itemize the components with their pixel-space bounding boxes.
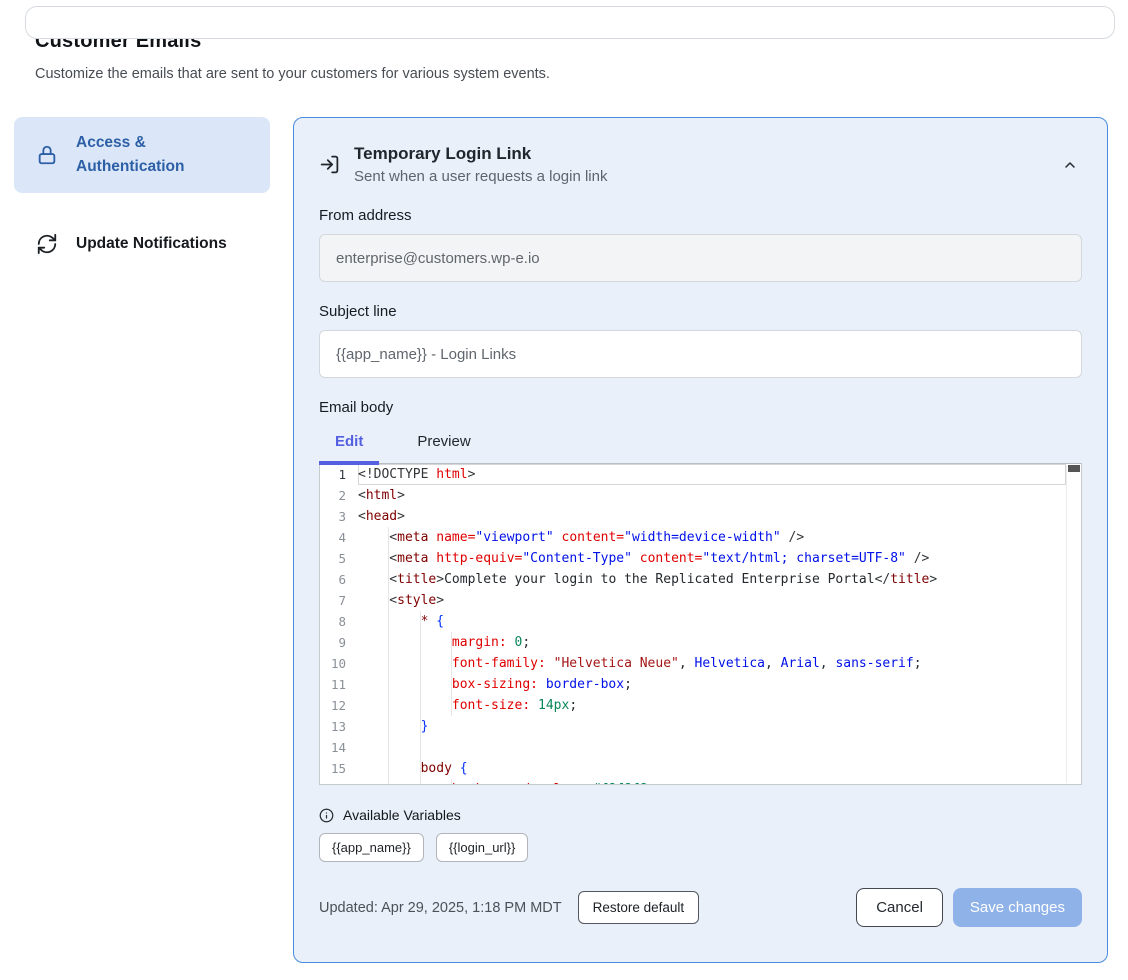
refresh-icon [36, 233, 58, 255]
code-line: 7<style> [320, 590, 1066, 611]
lock-icon [36, 144, 58, 166]
variable-chip-app-name[interactable]: {{app_name}} [319, 833, 424, 862]
panel-title: Temporary Login Link [354, 144, 1044, 164]
info-icon [319, 808, 334, 823]
code-line: 9margin: 0; [320, 632, 1066, 653]
email-body-label: Email body [319, 399, 1082, 416]
from-address-field-group: From address [319, 207, 1082, 282]
code-line: 1<!DOCTYPE html> [320, 464, 1066, 485]
code-editor[interactable]: 1<!DOCTYPE html>2<html>3<head>4<meta nam… [319, 463, 1082, 785]
code-line: 13} [320, 716, 1066, 737]
panel-header: Temporary Login Link Sent when a user re… [319, 144, 1082, 185]
code-line: 5<meta http-equiv="Content-Type" content… [320, 548, 1066, 569]
email-body-field-group: Email body Edit Preview 1<!DOCTYPE html>… [319, 399, 1082, 785]
cancel-button[interactable]: Cancel [856, 888, 943, 927]
code-line: 15body { [320, 758, 1066, 779]
panel-subtitle: Sent when a user requests a login link [354, 168, 1044, 185]
code-line: 6<title>Complete your login to the Repli… [320, 569, 1066, 590]
available-variables-label: Available Variables [343, 807, 461, 823]
chevron-up-icon [1062, 157, 1078, 173]
code-editor-lines: 1<!DOCTYPE html>2<html>3<head>4<meta nam… [320, 464, 1081, 785]
log-in-icon [319, 154, 340, 175]
sidebar-item-label: Access & Authentication [76, 131, 226, 179]
editor-tabs: Edit Preview [319, 424, 1082, 463]
from-address-label: From address [319, 207, 1082, 224]
tab-preview[interactable]: Preview [401, 424, 486, 463]
code-line: 11box-sizing: border-box; [320, 674, 1066, 695]
code-line: 12font-size: 14px; [320, 695, 1066, 716]
code-line: 16background-color: #f8f8f8; [320, 779, 1066, 785]
collapse-section-button[interactable] [1058, 153, 1082, 177]
previous-card-bottom-edge [25, 6, 1115, 39]
panel-footer: Updated: Apr 29, 2025, 1:18 PM MDT Resto… [319, 888, 1082, 927]
code-line: 8* { [320, 611, 1066, 632]
sidebar-item-update-notifications[interactable]: Update Notifications [14, 218, 270, 270]
updated-timestamp: Updated: Apr 29, 2025, 1:18 PM MDT [319, 900, 562, 916]
tab-edit[interactable]: Edit [319, 424, 379, 463]
subject-line-field-group: Subject line [319, 303, 1082, 378]
editor-vertical-scrollbar[interactable] [1066, 465, 1080, 783]
available-variables-section: Available Variables {{app_name}} {{login… [319, 807, 1082, 862]
code-line: 10font-family: "Helvetica Neue", Helveti… [320, 653, 1066, 674]
from-address-input[interactable] [319, 234, 1082, 282]
subject-line-label: Subject line [319, 303, 1082, 320]
restore-default-button[interactable]: Restore default [578, 891, 700, 924]
editor-scrollbar-thumb[interactable] [1068, 465, 1080, 472]
code-line: 14 [320, 737, 1066, 758]
variable-chip-login-url[interactable]: {{login_url}} [436, 833, 529, 862]
code-line: 4<meta name="viewport" content="width=de… [320, 527, 1066, 548]
page-subtitle: Customize the emails that are sent to yo… [35, 66, 1108, 82]
sidebar-item-label: Update Notifications [76, 232, 227, 256]
sidebar-item-access-authentication[interactable]: Access & Authentication [14, 117, 270, 193]
sidebar: Access & Authentication Update Notificat… [14, 117, 270, 270]
code-line: 3<head> [320, 506, 1066, 527]
code-line: 2<html> [320, 485, 1066, 506]
content: Access & Authentication Update Notificat… [14, 117, 1108, 963]
subject-line-input[interactable] [319, 330, 1082, 378]
email-settings-panel: Temporary Login Link Sent when a user re… [293, 117, 1108, 963]
save-changes-button[interactable]: Save changes [953, 888, 1082, 927]
